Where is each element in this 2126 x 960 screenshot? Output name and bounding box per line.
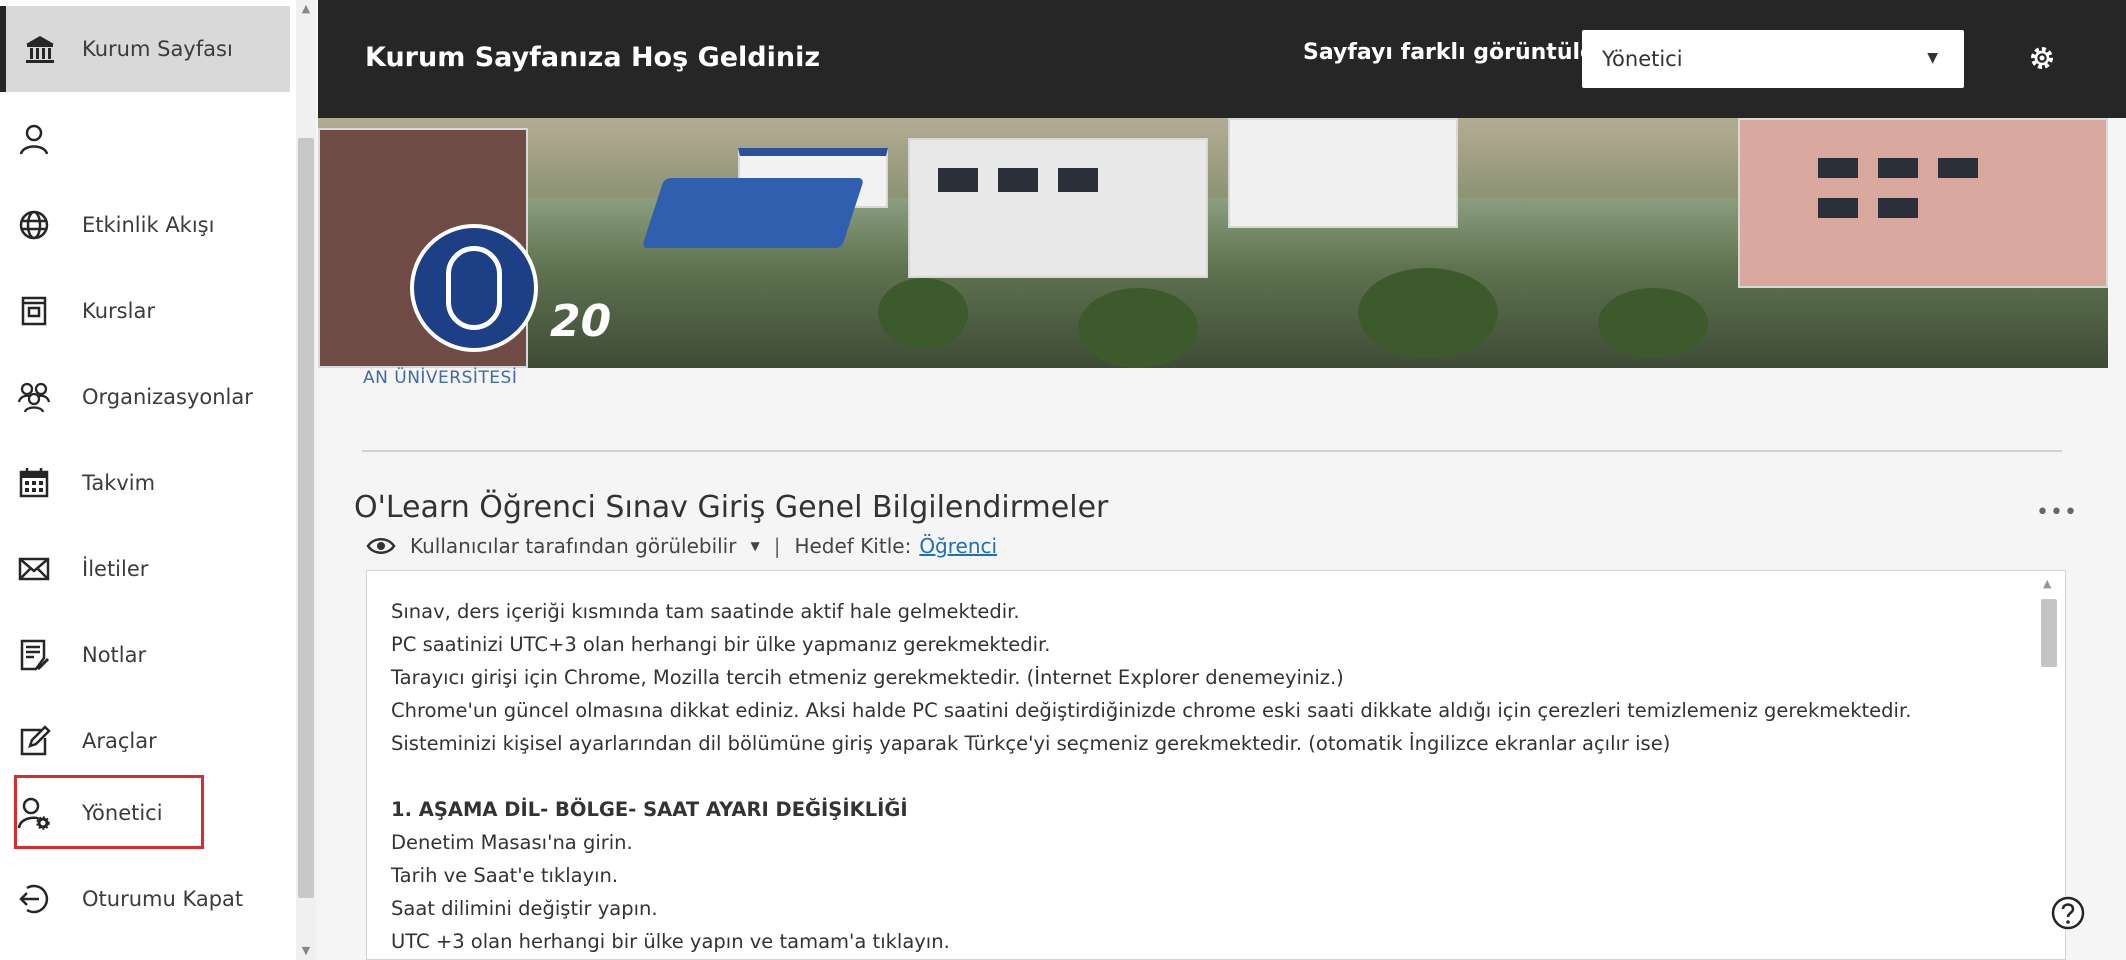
scroll-up-arrow-icon[interactable]: ▲ xyxy=(2043,577,2051,590)
organizations-icon xyxy=(16,379,52,415)
announcement-text: Sınav, ders içeriği kısmında tam saatind… xyxy=(391,595,2005,958)
institution-banner-image: 20 xyxy=(318,118,2108,368)
body-line: Sisteminizi kişisel ayarlarından dil böl… xyxy=(391,732,1671,755)
banner-window xyxy=(1938,158,1978,178)
body-line: PC saatinizi UTC+3 olan herhangi bir ülk… xyxy=(391,633,1051,656)
step-line: Tarih ve Saat'e tıklayın. xyxy=(391,864,619,887)
sidebar-item-courses[interactable]: Kurslar xyxy=(0,268,290,354)
divider xyxy=(362,450,2062,452)
sidebar-scrollbar-thumb[interactable] xyxy=(298,138,314,898)
step-heading: 1. AŞAMA DİL- BÖLGE- SAAT AYARI DEĞİŞİKL… xyxy=(391,798,908,821)
sidebar-item-institution-page[interactable]: Kurum Sayfası xyxy=(0,6,290,92)
view-as-label: Sayfayı farklı görüntüle xyxy=(1303,40,1595,65)
eye-icon xyxy=(366,538,396,554)
banner-window xyxy=(1818,198,1858,218)
sidebar-nav: Kurum Sayfası Etkinlik Akışı Kurslar Org… xyxy=(0,0,316,960)
app-root: Kurum Sayfası Etkinlik Akışı Kurslar Org… xyxy=(0,0,2126,960)
sidebar-item-logout[interactable]: Oturumu Kapat xyxy=(0,856,290,942)
courses-icon xyxy=(16,293,52,329)
page-title: Kurum Sayfanıza Hoş Geldiniz xyxy=(365,42,821,73)
sidebar-item-profile[interactable] xyxy=(0,96,290,182)
logo-emblem xyxy=(446,246,502,330)
sidebar-item-grades[interactable]: Notlar xyxy=(0,612,290,698)
banner-building xyxy=(1228,118,1458,228)
view-as-role-select[interactable]: Yönetici ▼ xyxy=(1582,30,1964,88)
body-line: Chrome'un güncel olmasına dikkat ediniz.… xyxy=(391,699,1912,722)
banner-tree xyxy=(878,278,968,348)
calendar-icon xyxy=(16,465,52,501)
sidebar-item-label: Araçlar xyxy=(82,729,157,753)
content-scrollbar-thumb[interactable] xyxy=(2041,599,2057,667)
body-line: Sınav, ders içeriği kısmında tam saatind… xyxy=(391,600,1020,623)
chevron-down-icon: ▼ xyxy=(1927,50,1938,66)
announcement-meta: Kullanıcılar tarafından görülebilir ▼ | … xyxy=(366,534,997,558)
more-options-icon[interactable]: ••• xyxy=(2036,500,2078,525)
meta-separator: | xyxy=(773,534,781,558)
sidebar-item-label: Oturumu Kapat xyxy=(82,887,244,911)
banner-tree xyxy=(1078,288,1198,368)
sidebar-item-activity-stream[interactable]: Etkinlik Akışı xyxy=(0,182,290,268)
sidebar-item-administrator[interactable]: Yönetici xyxy=(0,770,290,856)
step-line: Denetim Masası'na girin. xyxy=(391,831,633,854)
user-icon xyxy=(16,121,52,157)
mail-icon xyxy=(16,551,52,587)
scroll-up-arrow-icon[interactable]: ▲ xyxy=(299,2,313,15)
sidebar-item-label: Yönetici xyxy=(82,801,163,825)
body-line: Tarayıcı girişi için Chrome, Mozilla ter… xyxy=(391,666,1344,689)
step-line: Saat dilimini değiştir yapın. xyxy=(391,897,658,920)
banner-window xyxy=(1058,168,1098,192)
banner-building xyxy=(1738,118,2108,288)
role-select-value: Yönetici xyxy=(1602,47,1683,71)
globe-icon xyxy=(16,207,52,243)
chevron-down-icon[interactable]: ▼ xyxy=(750,539,759,553)
banner-window xyxy=(1878,198,1918,218)
banner-window xyxy=(1878,158,1918,178)
step-line: UTC +3 olan herhangi bir ülke yapın ve t… xyxy=(391,930,950,953)
gear-icon[interactable] xyxy=(2028,44,2056,72)
banner-tree xyxy=(1358,268,1498,358)
sidebar-item-label: Organizasyonlar xyxy=(82,385,253,409)
audience-label: Hedef Kitle: xyxy=(794,534,912,558)
university-name-text: AN ÜNİVERSİTESİ xyxy=(363,368,518,388)
logout-icon xyxy=(16,881,52,917)
audience-link[interactable]: Öğrenci xyxy=(919,534,997,558)
anniversary-mark: 20 xyxy=(550,296,612,347)
university-logo xyxy=(410,224,538,352)
sidebar-item-label: Takvim xyxy=(82,471,156,495)
institution-icon xyxy=(22,31,58,67)
sidebar-item-label: İletiler xyxy=(82,557,149,581)
banner-sports-hall xyxy=(641,178,865,248)
banner-window xyxy=(1818,158,1858,178)
sidebar-item-label: Notlar xyxy=(82,643,147,667)
banner-building xyxy=(908,138,1208,278)
sidebar-item-organizations[interactable]: Organizasyonlar xyxy=(0,354,290,440)
help-icon[interactable] xyxy=(2050,895,2086,931)
top-header: Kurum Sayfanıza Hoş Geldiniz Sayfayı far… xyxy=(318,0,2126,118)
visibility-status[interactable]: Kullanıcılar tarafından görülebilir xyxy=(410,534,736,558)
sidebar-item-label: Kurslar xyxy=(82,299,155,323)
tools-icon xyxy=(16,723,52,759)
announcement-body[interactable]: Sınav, ders içeriği kısmında tam saatind… xyxy=(366,570,2066,960)
scroll-down-arrow-icon[interactable]: ▼ xyxy=(299,944,313,957)
banner-window xyxy=(998,168,1038,192)
sidebar-item-label: Kurum Sayfası xyxy=(82,37,233,61)
banner-tree xyxy=(1598,288,1708,358)
announcement-title: O'Learn Öğrenci Sınav Giriş Genel Bilgil… xyxy=(354,490,1109,525)
grades-icon xyxy=(16,637,52,673)
admin-icon xyxy=(16,795,52,831)
sidebar-item-calendar[interactable]: Takvim xyxy=(0,440,290,526)
sidebar-item-label: Etkinlik Akışı xyxy=(82,213,215,237)
banner-window xyxy=(938,168,978,192)
sidebar-item-messages[interactable]: İletiler xyxy=(0,526,290,612)
